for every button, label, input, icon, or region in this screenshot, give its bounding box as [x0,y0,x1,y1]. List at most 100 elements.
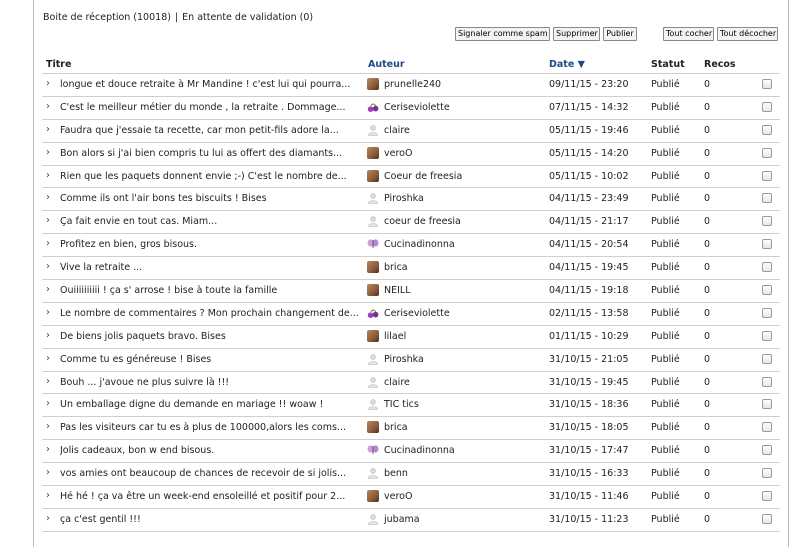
row-checkbox[interactable] [762,262,772,273]
author-name[interactable]: Ceriseviolette [384,102,450,113]
default-user-avatar-icon [367,353,379,365]
chevron-right-icon[interactable]: › [46,261,50,272]
author-name[interactable]: veroO [384,148,412,159]
chevron-right-icon[interactable]: › [46,307,50,318]
comment-title[interactable]: longue et douce retraite à Mr Mandine ! … [60,79,365,90]
author-name[interactable]: NEILL [384,285,411,296]
comment-title[interactable]: Pas les visiteurs car tu es à plus de 10… [60,422,365,433]
author-name[interactable]: jubama [384,514,420,525]
comment-title[interactable]: Le nombre de commentaires ? Mon prochain… [60,308,365,319]
comment-title[interactable]: Ouiiiiiiiiii ! ça s' arrose ! bise à tou… [60,285,365,296]
delete-button[interactable]: Supprimer [553,27,600,41]
chevron-right-icon[interactable]: › [46,490,50,501]
column-header-date[interactable]: Date ▼ [549,59,585,70]
comment-title[interactable]: Ça fait envie en tout cas. Miam... [60,216,365,227]
comment-title[interactable]: Vive la retraite ... [60,262,365,273]
chevron-right-icon[interactable]: › [46,513,50,524]
chevron-right-icon[interactable]: › [46,284,50,295]
row-checkbox[interactable] [762,422,772,433]
author-name[interactable]: Piroshka [384,354,424,365]
chevron-right-icon[interactable]: › [46,124,50,135]
comment-title[interactable]: De biens jolis paquets bravo. Bises [60,331,365,342]
table-body: › longue et douce retraite à Mr Mandine !… [42,74,780,532]
comment-title[interactable]: Rien que les paquets donnent envie ;-) C… [60,171,365,182]
row-checkbox[interactable] [762,491,772,502]
author-name[interactable]: Cucinadinonna [384,445,455,456]
report-spam-button[interactable]: Signaler comme spam [455,27,550,41]
recos-count: 0 [704,468,711,480]
chevron-right-icon[interactable]: › [46,192,50,203]
row-checkbox[interactable] [762,216,772,227]
inbox-link[interactable]: Boite de réception (10018) [43,12,171,23]
row-checkbox[interactable] [762,399,772,410]
author-name[interactable]: brica [384,422,408,433]
chevron-right-icon[interactable]: › [46,170,50,181]
row-checkbox[interactable] [762,307,772,318]
author-name[interactable]: Piroshka [384,193,424,204]
row-checkbox[interactable] [762,513,772,524]
comment-title[interactable]: Faudra que j'essaie ta recette, car mon … [60,125,365,136]
row-checkbox[interactable] [762,170,772,181]
row-checkbox[interactable] [762,468,772,479]
comment-title[interactable]: Comme ils ont l'air bons tes biscuits ! … [60,193,365,204]
uncheck-all-button[interactable]: Tout décocher [717,27,778,41]
row-checkbox[interactable] [762,101,772,112]
row-checkbox[interactable] [762,124,772,135]
comment-title[interactable]: Profitez en bien, gros bisous. [60,239,365,250]
comment-date: 05/11/15 - 10:02 [549,170,629,182]
author-name[interactable]: prunelle240 [384,79,441,90]
comment-title[interactable]: vos amies ont beaucoup de chances de rec… [60,468,365,479]
comment-title[interactable]: ça c'est gentil !!! [60,514,365,525]
author-name[interactable]: Cucinadinonna [384,239,455,250]
author-name[interactable]: veroO [384,491,412,502]
author-name[interactable]: lilael [384,331,406,342]
status-badge: Publié [651,468,680,480]
row-checkbox[interactable] [762,79,772,89]
status-badge: Publié [651,216,680,228]
row-checkbox[interactable] [762,445,772,456]
author-name[interactable]: brica [384,262,408,273]
author-name[interactable]: TIC tics [384,399,419,410]
row-checkbox[interactable] [762,147,772,158]
chevron-right-icon[interactable]: › [46,78,50,89]
chevron-right-icon[interactable]: › [46,444,50,455]
row-checkbox[interactable] [762,330,772,341]
author-name[interactable]: benn [384,468,408,479]
default-user-avatar-icon [367,215,379,228]
author-name[interactable]: Ceriseviolette [384,308,450,319]
default-user-avatar-icon [367,192,379,205]
comment-title[interactable]: C'est le meilleur métier du monde , la r… [60,102,365,113]
pending-validation-link[interactable]: En attente de validation (0) [182,12,313,23]
chevron-right-icon[interactable]: › [46,215,50,226]
row-checkbox[interactable] [762,285,772,296]
comment-date: 31/10/15 - 21:05 [549,353,629,365]
chevron-right-icon[interactable]: › [46,238,50,249]
author-name[interactable]: claire [384,125,410,136]
row-checkbox[interactable] [762,193,772,204]
comment-title[interactable]: Bon alors si j'ai bien compris tu lui as… [60,148,365,159]
comment-title[interactable]: Jolis cadeaux, bon w end bisous. [60,445,365,456]
check-all-button[interactable]: Tout cocher [663,27,714,41]
column-header-status: Statut [651,59,685,70]
author-name[interactable]: coeur de freesia [384,216,461,227]
row-checkbox[interactable] [762,353,772,364]
chevron-right-icon[interactable]: › [46,421,50,432]
row-checkbox[interactable] [762,239,772,250]
chevron-right-icon[interactable]: › [46,353,50,364]
comment-title[interactable]: Bouh ... j'avoue ne plus suivre là !!! [60,377,365,388]
chevron-right-icon[interactable]: › [46,376,50,387]
comment-title[interactable]: Hé hé ! ça va être un week-end ensoleill… [60,491,365,502]
comment-title[interactable]: Comme tu es généreuse ! Bises [60,354,365,365]
chevron-right-icon[interactable]: › [46,467,50,478]
author-name[interactable]: Coeur de freesia [384,171,462,182]
recos-count: 0 [704,101,711,113]
chevron-right-icon[interactable]: › [46,101,50,112]
row-checkbox[interactable] [762,376,772,387]
comment-title[interactable]: Un emballage digne du demande en mariage… [60,399,365,410]
chevron-right-icon[interactable]: › [46,147,50,158]
publish-button[interactable]: Publier [603,27,637,41]
chevron-right-icon[interactable]: › [46,398,50,409]
author-name[interactable]: claire [384,377,410,388]
column-header-author[interactable]: Auteur [368,59,405,70]
chevron-right-icon[interactable]: › [46,330,50,341]
